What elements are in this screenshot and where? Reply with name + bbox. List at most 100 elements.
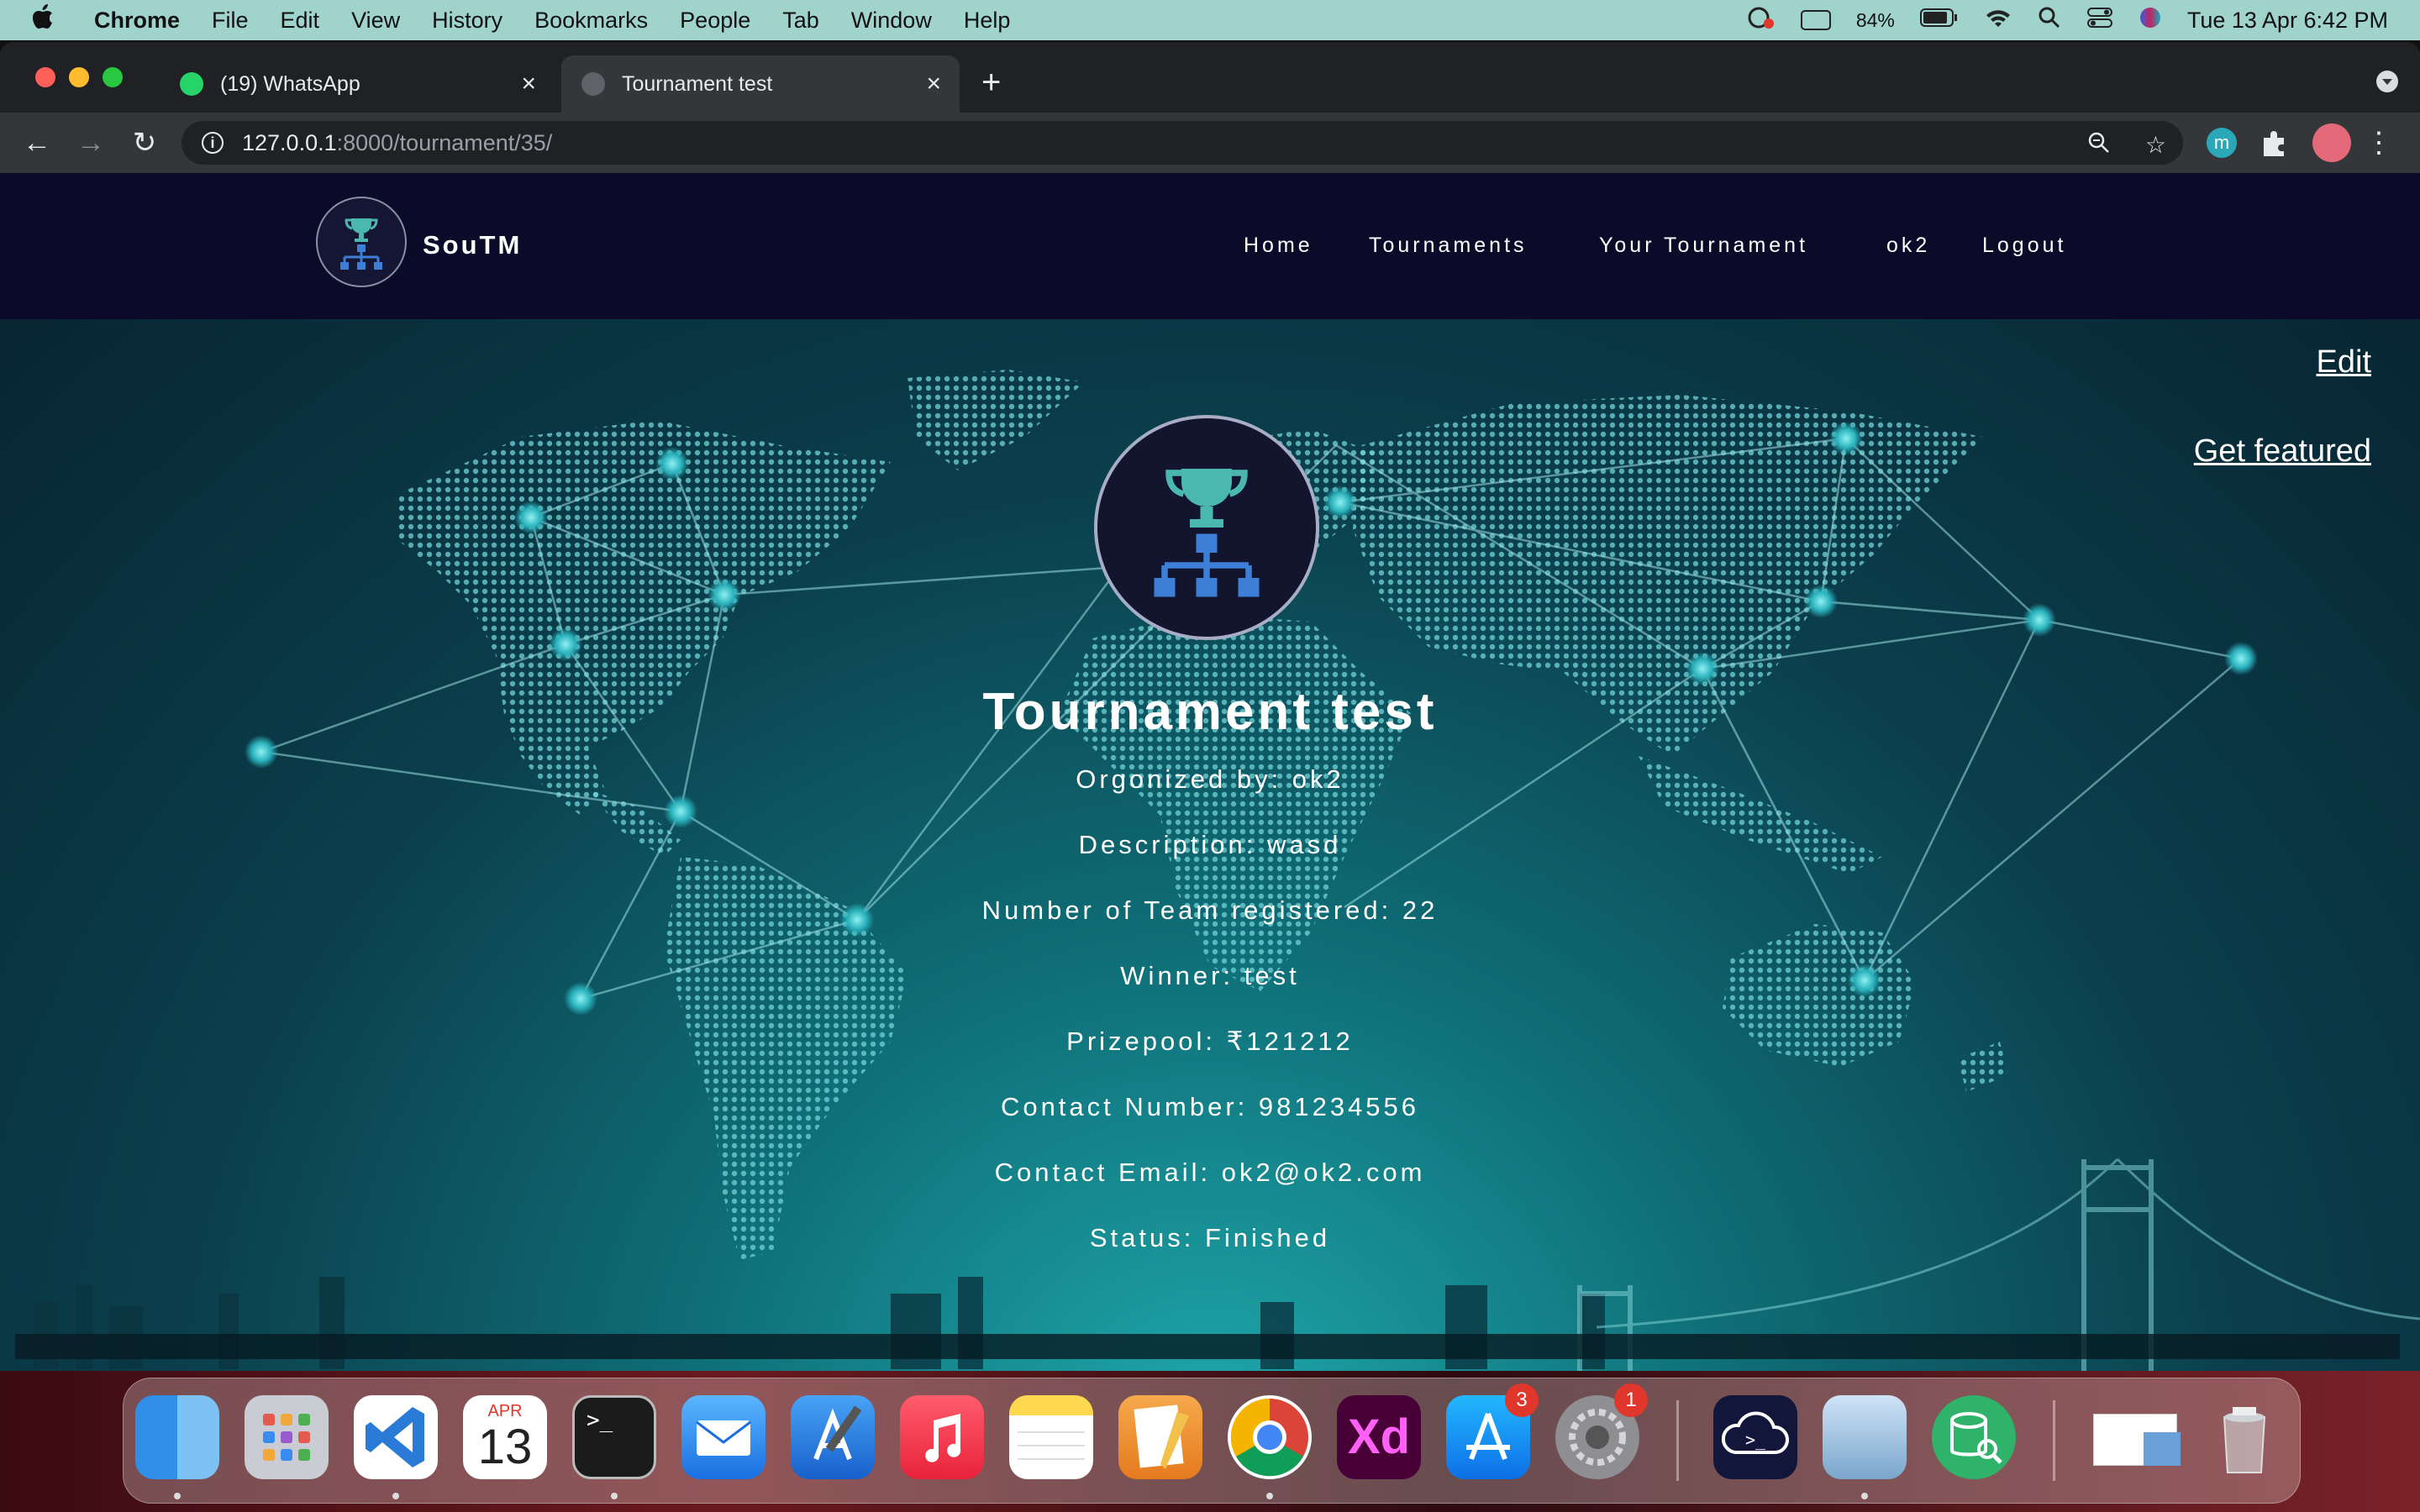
menu-bookmarks[interactable]: Bookmarks (534, 8, 648, 34)
back-arrow-icon[interactable]: ← (17, 123, 57, 163)
terminal-icon[interactable]: >_ (572, 1395, 656, 1479)
running-indicator (1861, 1493, 1868, 1499)
tab-whatsapp[interactable]: (19) WhatsApp × (160, 55, 555, 113)
edit-link[interactable]: Edit (2317, 344, 2371, 381)
status-text: Status: Finished (1089, 1223, 1331, 1252)
macos-menubar: Chrome File Edit View History Bookmarks … (0, 0, 2420, 40)
url-host: 127.0.0.1 (242, 129, 337, 155)
tab-strip: (19) WhatsApp × Tournament test × + (0, 42, 2420, 113)
menubar-clock[interactable]: Tue 13 Apr 6:42 PM (2187, 8, 2388, 34)
chrome-icon[interactable] (1228, 1395, 1312, 1479)
keyboard-input-icon[interactable] (1800, 10, 1831, 30)
calendar-month: APR (487, 1402, 523, 1420)
extension-m-icon[interactable]: m (2207, 128, 2237, 158)
menu-app-name[interactable]: Chrome (94, 8, 180, 34)
tab-search-chevron-icon[interactable] (2376, 71, 2398, 92)
site-brand-name[interactable]: SouTM (423, 230, 522, 260)
url-path: :8000/tournament/35/ (336, 129, 553, 155)
tournament-logo (1094, 415, 1319, 640)
contact-number-text: Contact Number: 981234556 (1000, 1092, 1420, 1121)
nav-tournaments[interactable]: Tournaments (1369, 234, 1528, 258)
get-featured-link[interactable]: Get featured (2194, 433, 2371, 470)
zoom-window-button[interactable] (103, 67, 123, 87)
winner-text: Winner: test (1120, 961, 1300, 990)
menu-window[interactable]: Window (851, 8, 932, 34)
svg-text:>_: >_ (1745, 1430, 1766, 1450)
downloads-stack-icon[interactable] (2081, 1395, 2191, 1479)
database-search-icon[interactable] (1932, 1395, 2016, 1479)
nav-your-tournament[interactable]: Your Tournament (1599, 234, 1808, 258)
nav-home[interactable]: Home (1244, 234, 1313, 258)
site-info-icon[interactable]: i (202, 132, 224, 154)
creative-cloud-icon[interactable] (1745, 5, 1776, 36)
tournament-hero: Edit Get featured Tournament test Orgoni… (0, 319, 2420, 1371)
pages-icon[interactable] (1118, 1395, 1202, 1479)
xcode-icon[interactable] (791, 1395, 875, 1479)
site-navbar: SouTM Home Tournaments Your Tournament o… (0, 173, 2420, 319)
music-icon[interactable] (900, 1395, 984, 1479)
forward-arrow-icon[interactable]: → (71, 123, 111, 163)
reload-icon[interactable]: ↻ (124, 123, 165, 163)
apple-menu-icon[interactable] (32, 4, 54, 36)
wifi-icon[interactable] (1984, 7, 2012, 34)
menu-view[interactable]: View (351, 8, 400, 34)
vscode-icon[interactable] (354, 1395, 438, 1479)
dock-separator (2053, 1400, 2055, 1481)
battery-icon[interactable] (1919, 8, 1959, 34)
siri-icon[interactable] (2139, 6, 2162, 35)
chrome-window: (19) WhatsApp × Tournament test × + ← → … (0, 42, 2420, 1371)
close-tab-icon[interactable]: × (926, 70, 941, 98)
profile-avatar[interactable] (2312, 123, 2351, 162)
chrome-menu-kebab-icon[interactable]: ⋮ (2365, 123, 2393, 163)
finder-icon[interactable] (135, 1395, 219, 1479)
zoom-magnifier-icon[interactable] (2087, 131, 2111, 160)
nav-logout[interactable]: Logout (1982, 234, 2066, 258)
spotlight-search-icon[interactable] (2038, 6, 2061, 35)
running-indicator (392, 1493, 399, 1499)
extensions-puzzle-icon[interactable] (2259, 128, 2289, 158)
macos-dock: APR 13 >_ Xd 3 1 >_ (123, 1378, 2301, 1504)
page-bottom-bar (15, 1334, 2400, 1359)
menu-edit[interactable]: Edit (281, 8, 320, 34)
globe-favicon-icon (581, 72, 605, 96)
menu-tab[interactable]: Tab (782, 8, 819, 34)
remote-terminal-cloud-icon[interactable]: >_ (1713, 1395, 1797, 1479)
running-indicator (611, 1493, 618, 1499)
running-indicator (174, 1493, 181, 1499)
adobe-xd-icon[interactable]: Xd (1337, 1395, 1421, 1479)
system-preferences-icon[interactable]: 1 (1555, 1383, 1648, 1479)
menu-file[interactable]: File (212, 8, 249, 34)
notes-icon[interactable] (1009, 1395, 1093, 1479)
calendar-icon[interactable]: APR 13 (463, 1395, 547, 1479)
tab-tournament-test[interactable]: Tournament test × (561, 55, 960, 113)
dock-separator (1676, 1400, 1679, 1481)
trophy-bracket-icon (1154, 469, 1260, 597)
close-tab-icon[interactable]: × (521, 70, 536, 98)
app-store-icon[interactable]: 3 (1446, 1383, 1539, 1479)
system-preferences-badge: 1 (1614, 1383, 1648, 1417)
menu-people[interactable]: People (680, 8, 750, 34)
control-center-icon[interactable] (2086, 6, 2113, 35)
mail-icon[interactable] (681, 1395, 765, 1479)
app-store-badge: 3 (1505, 1383, 1539, 1417)
description-text: Description: wasd (1078, 830, 1342, 859)
bookmark-star-icon[interactable]: ☆ (2145, 131, 2166, 159)
contact-email-text: Contact Email: ok2@ok2.com (994, 1158, 1426, 1187)
url-text[interactable]: 127.0.0.1:8000/tournament/35/ (242, 130, 552, 156)
address-bar[interactable]: i 127.0.0.1:8000/tournament/35/ ☆ (182, 121, 2183, 165)
launchpad-icon[interactable] (245, 1395, 329, 1479)
menu-help[interactable]: Help (964, 8, 1011, 34)
battery-percent: 84% (1855, 8, 1895, 31)
menu-history[interactable]: History (432, 8, 502, 34)
close-window-button[interactable] (35, 67, 55, 87)
web-page: SouTM Home Tournaments Your Tournament o… (0, 173, 2420, 1371)
minimize-window-button[interactable] (69, 67, 89, 87)
organizer-text: Orgonized by: ok2 (1076, 764, 1344, 794)
tab-title: (19) WhatsApp (220, 71, 360, 96)
new-tab-plus-icon[interactable]: + (981, 64, 1001, 102)
preview-icon[interactable] (1823, 1395, 1907, 1479)
site-logo[interactable] (316, 197, 407, 287)
prizepool-text: Prizepool: ₹121212 (1066, 1026, 1354, 1056)
trash-icon[interactable] (2202, 1395, 2286, 1479)
nav-user-ok2[interactable]: ok2 (1886, 234, 1930, 258)
